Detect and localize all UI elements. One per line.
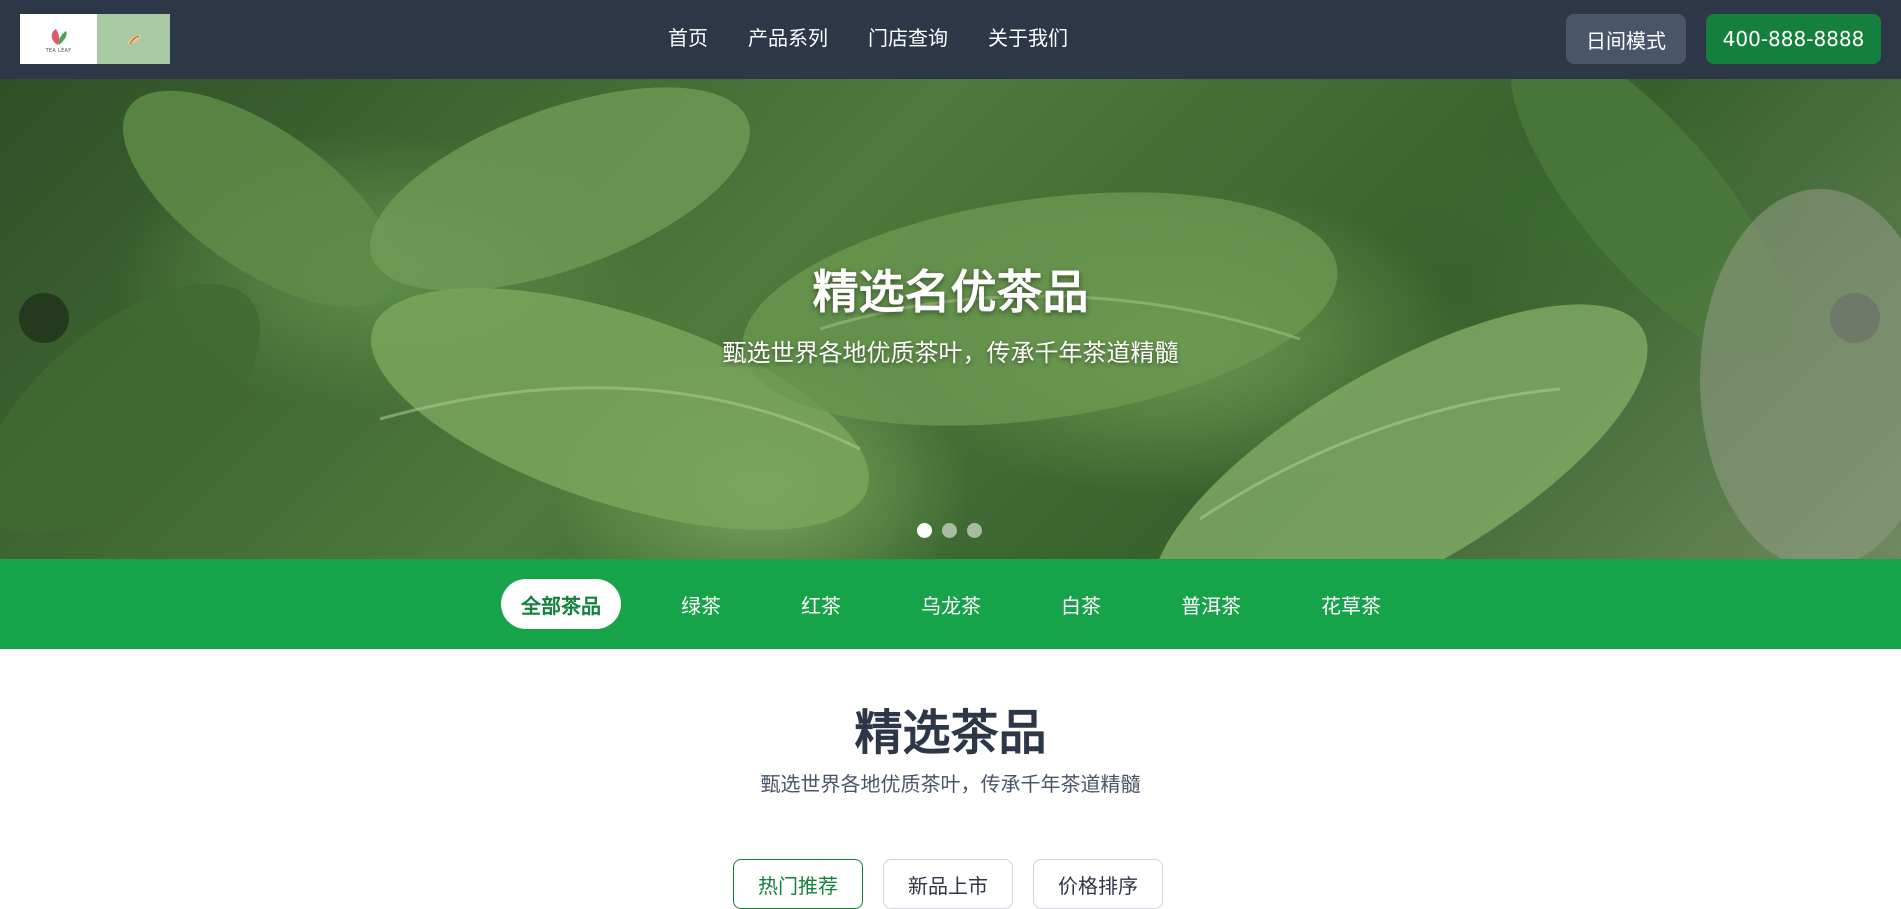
nav-stores[interactable]: 门店查询 <box>868 24 948 52</box>
nav-about[interactable]: 关于我们 <box>988 24 1068 52</box>
category-black-tea[interactable]: 红茶 <box>781 579 861 629</box>
sort-tab-new[interactable]: 新品上市 <box>883 859 1013 909</box>
nav-home[interactable]: 首页 <box>668 24 708 52</box>
hero-title: 精选名优茶品 <box>812 265 1089 319</box>
hero-carousel: 精选名优茶品 甄选世界各地优质茶叶，传承千年茶道精髓 <box>0 79 1901 559</box>
carousel-dot-2[interactable] <box>942 523 957 538</box>
category-oolong[interactable]: 乌龙茶 <box>901 579 1001 629</box>
logo-mark: TEA LEAF <box>20 14 97 64</box>
category-white-tea[interactable]: 白茶 <box>1041 579 1121 629</box>
carousel-dot-3[interactable] <box>967 523 982 538</box>
hero-subtitle: 甄选世界各地优质茶叶，传承千年茶道精髓 <box>722 339 1179 367</box>
section-title: 精选茶品 <box>854 705 1047 761</box>
logo-text: TEA LEAF <box>45 48 72 54</box>
category-green-tea[interactable]: 绿茶 <box>661 579 741 629</box>
sort-tabs: 热门推荐 新品上市 价格排序 <box>733 859 1163 909</box>
day-mode-button[interactable]: 日间模式 <box>1566 14 1686 64</box>
leaf-logo-icon <box>51 29 67 45</box>
nav-products[interactable]: 产品系列 <box>748 24 828 52</box>
category-all[interactable]: 全部茶品 <box>501 579 621 629</box>
sort-tab-price[interactable]: 价格排序 <box>1033 859 1163 909</box>
logo[interactable]: TEA LEAF <box>20 14 170 64</box>
top-navbar: TEA LEAF 首页 产品系列 门店查询 关于我们 日间模式 400-888-… <box>0 0 1901 79</box>
carousel-dot-1[interactable] <box>917 523 932 538</box>
main-nav: 首页 产品系列 门店查询 关于我们 <box>668 24 1068 52</box>
category-herbal[interactable]: 花草茶 <box>1301 579 1401 629</box>
sort-tab-popular[interactable]: 热门推荐 <box>733 859 863 909</box>
category-list: 全部茶品 绿茶 红茶 乌龙茶 白茶 普洱茶 花草茶 <box>501 579 1441 629</box>
section-subtitle: 甄选世界各地优质茶叶，传承千年茶道精髓 <box>760 772 1141 796</box>
category-puer[interactable]: 普洱茶 <box>1161 579 1261 629</box>
logo-image <box>97 14 170 64</box>
leaf-image-icon <box>127 34 141 45</box>
carousel-indicators <box>917 523 982 538</box>
category-bar: 全部茶品 绿茶 红茶 乌龙茶 白茶 普洱茶 花草茶 <box>0 559 1901 649</box>
phone-button[interactable]: 400-888-8888 <box>1706 14 1881 64</box>
